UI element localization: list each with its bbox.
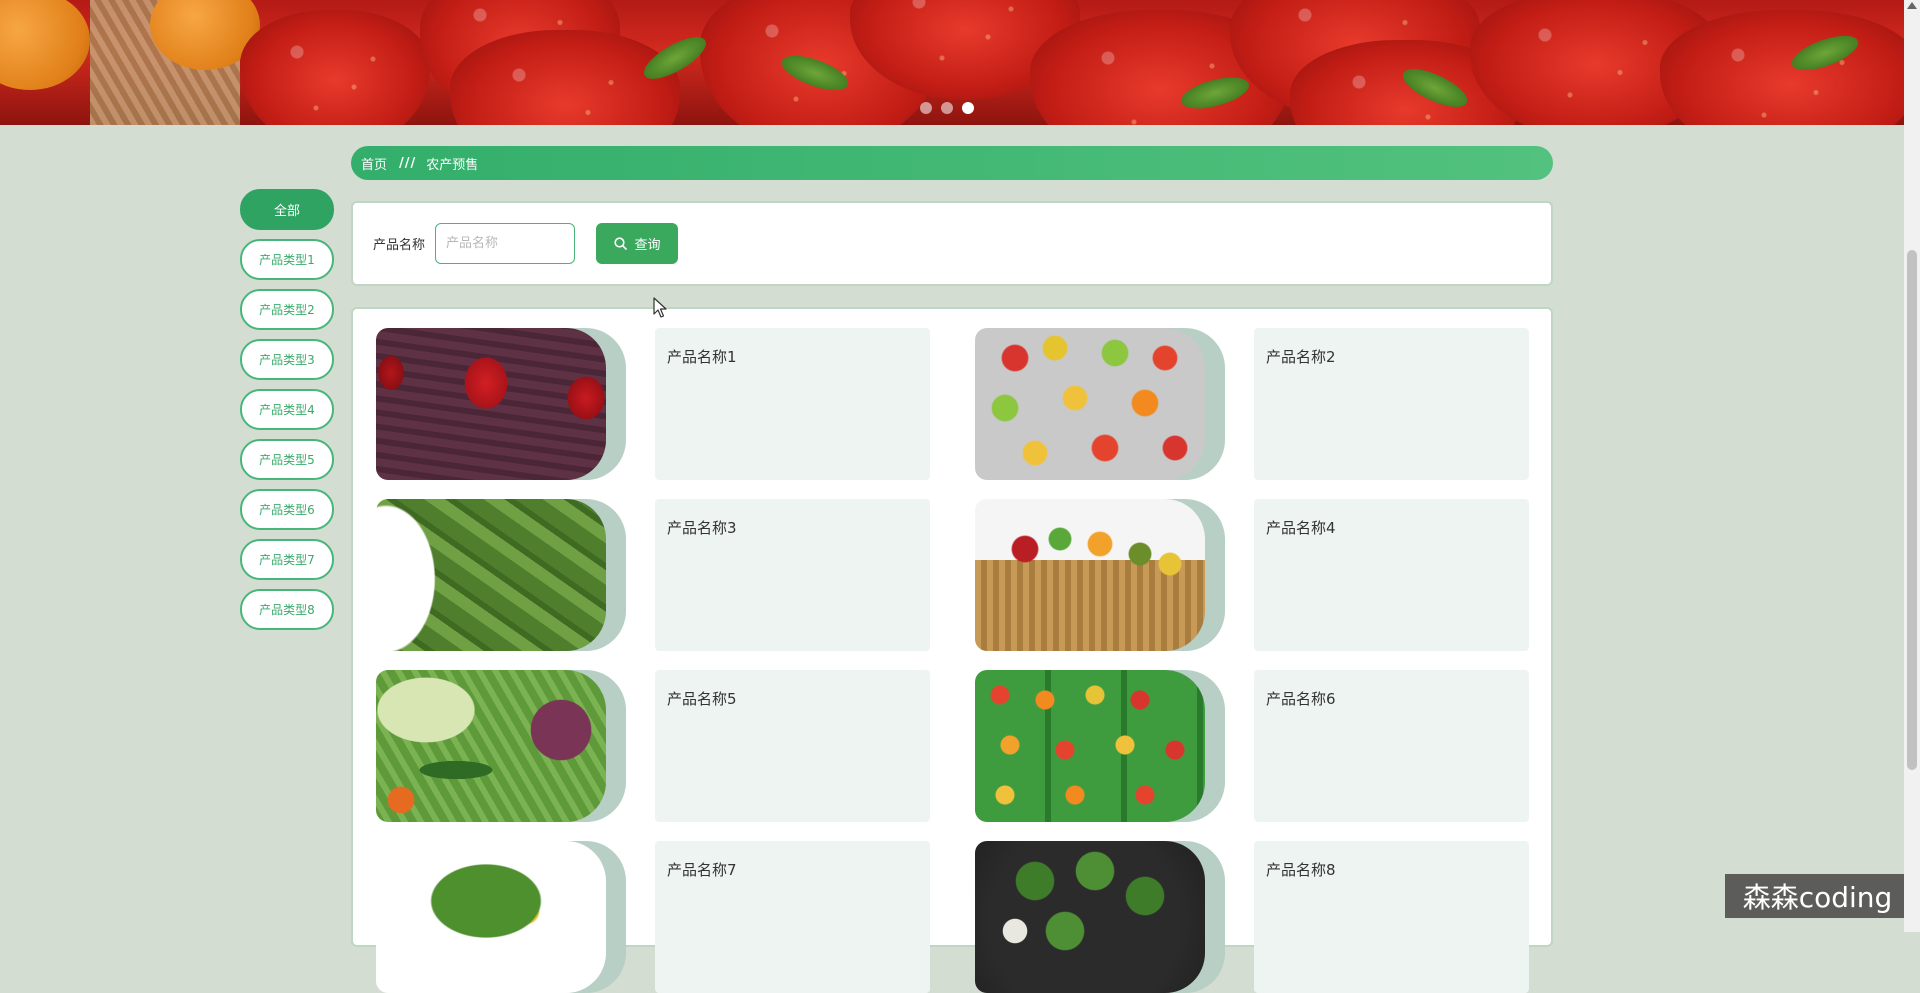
carousel-dot[interactable]: [941, 102, 953, 114]
banner-orange-decoration: [0, 0, 90, 90]
product-info: 产品名称7: [655, 841, 930, 993]
product-image-frame: [376, 670, 626, 822]
category-button-4[interactable]: 产品类型4: [240, 389, 334, 430]
carousel-indicators: [920, 102, 974, 114]
search-icon: [613, 237, 627, 250]
scroll-up-arrow-icon[interactable]: [1907, 2, 1917, 9]
product-name[interactable]: 产品名称8: [1266, 859, 1517, 880]
breadcrumb-current: 农产预售: [426, 157, 479, 173]
product-name[interactable]: 产品名称3: [667, 517, 918, 538]
product-image-frame: [975, 499, 1225, 651]
product-image[interactable]: [975, 670, 1205, 822]
page-scrollbar[interactable]: [1904, 0, 1920, 932]
product-card[interactable]: 产品名称5: [376, 670, 956, 822]
category-button-8[interactable]: 产品类型8: [240, 589, 334, 630]
breadcrumb: 首页 /// 农产预售: [351, 146, 1553, 180]
product-info: 产品名称5: [655, 670, 930, 822]
product-card[interactable]: 产品名称2: [975, 328, 1555, 480]
product-image[interactable]: [376, 328, 606, 480]
product-card[interactable]: 产品名称1: [376, 328, 956, 480]
banner-strawberry: [240, 10, 430, 125]
product-name[interactable]: 产品名称5: [667, 688, 918, 709]
product-info: 产品名称4: [1254, 499, 1529, 651]
product-image[interactable]: [975, 328, 1205, 480]
product-card[interactable]: 产品名称6: [975, 670, 1555, 822]
product-image[interactable]: [975, 841, 1205, 993]
category-button-2[interactable]: 产品类型2: [240, 289, 334, 330]
category-all-button[interactable]: 全部: [240, 189, 334, 230]
product-name[interactable]: 产品名称1: [667, 346, 918, 367]
product-card[interactable]: 产品名称4: [975, 499, 1555, 651]
mouse-pointer-icon: [653, 297, 667, 323]
product-list-panel: 产品名称1 产品名称2 产品名称3 产品名称4 产品名称5 产品名称6 产品名称…: [351, 307, 1555, 993]
product-name[interactable]: 产品名称4: [1266, 517, 1517, 538]
breadcrumb-home[interactable]: 首页: [361, 154, 387, 173]
product-name[interactable]: 产品名称7: [667, 859, 918, 880]
carousel-dot[interactable]: [920, 102, 932, 114]
banner-carousel[interactable]: [0, 0, 1904, 125]
product-info: 产品名称2: [1254, 328, 1529, 480]
search-label: 产品名称: [373, 238, 426, 253]
product-image[interactable]: [376, 499, 606, 651]
category-button-3[interactable]: 产品类型3: [240, 339, 334, 380]
product-card[interactable]: 产品名称3: [376, 499, 956, 651]
product-info: 产品名称3: [655, 499, 930, 651]
product-card[interactable]: 产品名称8: [975, 841, 1555, 993]
search-button-label: 查询: [634, 238, 661, 253]
category-button-5[interactable]: 产品类型5: [240, 439, 334, 480]
category-button-7[interactable]: 产品类型7: [240, 539, 334, 580]
product-info: 产品名称8: [1254, 841, 1529, 993]
product-image-frame: [376, 841, 626, 993]
scrollbar-thumb[interactable]: [1907, 250, 1917, 770]
banner-strawberry: [1660, 10, 1904, 125]
product-image[interactable]: [376, 841, 606, 993]
product-image-frame: [975, 841, 1225, 993]
product-card[interactable]: 产品名称7: [376, 841, 956, 993]
search-button[interactable]: 查询: [596, 223, 679, 264]
product-name-search-input[interactable]: [435, 223, 576, 264]
product-image-frame: [376, 328, 626, 480]
product-info: 产品名称6: [1254, 670, 1529, 822]
product-name[interactable]: 产品名称2: [1266, 346, 1517, 367]
video-watermark: 森森coding: [1725, 874, 1910, 918]
category-button-1[interactable]: 产品类型1: [240, 239, 334, 280]
product-image-frame: [376, 499, 626, 651]
search-panel: 产品名称 查询: [351, 201, 1553, 286]
carousel-dot-active[interactable]: [962, 102, 974, 114]
product-name[interactable]: 产品名称6: [1266, 688, 1517, 709]
category-button-6[interactable]: 产品类型6: [240, 489, 334, 530]
product-image-frame: [975, 328, 1225, 480]
product-image-frame: [975, 670, 1225, 822]
breadcrumb-separator: ///: [399, 155, 417, 171]
category-sidebar: 全部 产品类型1 产品类型2 产品类型3 产品类型4 产品类型5 产品类型6 产…: [240, 189, 336, 639]
product-info: 产品名称1: [655, 328, 930, 480]
product-image[interactable]: [975, 499, 1205, 651]
product-image[interactable]: [376, 670, 606, 822]
